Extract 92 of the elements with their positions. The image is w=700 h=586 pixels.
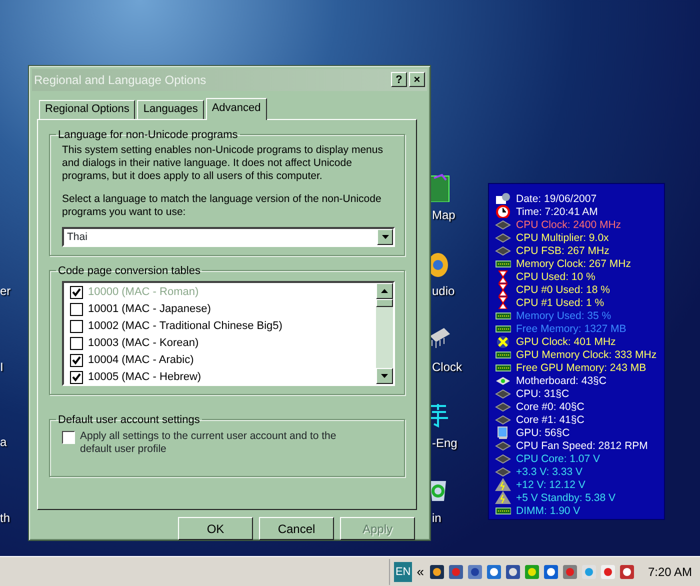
language-indicator[interactable]: EN <box>394 562 412 582</box>
desktop-icon-label[interactable]: a <box>0 435 7 449</box>
checkbox[interactable] <box>70 354 83 367</box>
sensor-reading: CPU Used: 10 % <box>516 270 596 282</box>
sensor-reading: CPU FSB: 267 MHz <box>516 244 610 256</box>
taskbar-clock: 7:20 AM <box>648 564 692 578</box>
warning-triangle-icon <box>495 478 511 491</box>
desktop-icon-label[interactable]: -Eng <box>432 436 458 450</box>
chip-icon <box>495 218 511 231</box>
sensor-reading: +3.3 V: 3.33 V <box>516 466 582 478</box>
sensor-reading: Date: 19/06/2007 <box>516 192 597 204</box>
hourglass-icon <box>495 283 511 296</box>
tab[interactable]: Languages <box>137 100 204 119</box>
dialog-button[interactable]: OK <box>178 517 253 540</box>
tray-icon[interactable] <box>486 564 502 580</box>
chip-icon <box>495 244 511 257</box>
list-item-label[interactable]: 10002 (MAC - Traditional Chinese Big5) <box>88 320 282 332</box>
prompt-text: Select a language to match the language version of the non-Unicode programs you want to use: <box>62 192 382 219</box>
alarm-clock-icon <box>495 205 511 218</box>
sensor-reading: GPU Memory Clock: 333 MHz <box>516 348 657 360</box>
sensor-reading: Core #1: 41§C <box>516 414 584 426</box>
desktop-icon-label[interactable]: Map <box>432 208 456 222</box>
sensor-reading: CPU #0 Used: 18 % <box>516 284 610 296</box>
sensor-reading: CPU Fan Speed: 2812 RPM <box>516 440 648 452</box>
group-title: Language for non-Unicode programs <box>57 128 239 142</box>
tray-icon[interactable] <box>504 564 521 580</box>
checkbox[interactable] <box>70 336 83 350</box>
language-dropdown[interactable]: Thai <box>62 226 395 247</box>
tab[interactable]: Advanced <box>206 98 267 120</box>
warning-triangle-icon <box>495 491 511 504</box>
list-item-label[interactable]: 10003 (MAC - Korean) <box>88 337 199 350</box>
sensor-reading: Core #0: 40§C <box>516 400 584 412</box>
list-item-label[interactable]: 10005 (MAC - Hebrew) <box>88 371 202 384</box>
sensor-reading: Free GPU Memory: 243 MB <box>516 362 646 374</box>
close-button[interactable]: × <box>409 72 425 88</box>
tray-icon[interactable] <box>466 564 483 580</box>
dialog-button[interactable]: Cancel <box>259 517 334 540</box>
checkbox[interactable] <box>70 320 83 333</box>
down-arrow-icon <box>382 234 388 239</box>
tab[interactable]: Regional Options <box>39 100 136 119</box>
hourglass-icon <box>495 270 511 283</box>
sensor-reading: CPU Multiplier: 9.0x <box>516 232 609 244</box>
tray-icon[interactable] <box>542 564 559 580</box>
checkbox[interactable] <box>70 370 83 384</box>
expand-tray-button[interactable]: « <box>416 564 424 579</box>
desktop-icon-label[interactable]: th <box>0 511 10 525</box>
checkbox[interactable] <box>70 302 83 316</box>
sensor-reading: Motherboard: 43§C <box>516 374 606 386</box>
desktop-icon-label[interactable]: er <box>0 284 11 298</box>
chip-icon <box>495 231 511 244</box>
chip-icon <box>495 465 511 478</box>
sensor-reading: GPU: 56§C <box>516 426 570 438</box>
chip-icon <box>495 413 511 426</box>
tray-icon[interactable] <box>618 564 635 580</box>
desktop-icon-label[interactable]: udio <box>432 284 455 298</box>
description-text: This system setting enables non-Unicode programs to display menus and dialogs in their native language. It does not affect Unicode programs, but it does apply to all users of this computer. <box>62 144 384 183</box>
character-icon[interactable] <box>428 402 450 430</box>
sensor-reading: Free Memory: 1327 MB <box>516 322 626 334</box>
chip-icon <box>495 400 511 413</box>
down-arrow-icon <box>381 374 388 378</box>
sensor-reading: CPU: 31§C <box>516 388 570 400</box>
window-title: Regional and Language Options <box>34 72 208 87</box>
chip-icon <box>495 387 511 400</box>
checkbox[interactable] <box>62 430 75 444</box>
scrollbar[interactable] <box>376 282 393 384</box>
sensor-reading: +12 V: 12.12 V <box>516 478 586 490</box>
chip-icon <box>495 452 511 465</box>
desktop-icon-label[interactable]: I <box>0 360 4 374</box>
desktop-icon-label[interactable]: Clock <box>432 360 462 374</box>
list-item-label[interactable]: 10001 (MAC - Japanese) <box>88 303 211 316</box>
hourglass-icon <box>495 296 511 309</box>
checkbox-label[interactable]: Apply all settings to the current user account and to the default user profile <box>80 430 395 456</box>
tray-icon[interactable] <box>600 564 616 580</box>
tray-icon[interactable] <box>448 564 464 580</box>
sensor-reading: GPU Clock: 401 MHz <box>516 336 616 348</box>
sensor-reading: Time: 7:20:41 AM <box>516 206 598 218</box>
tray-icon[interactable] <box>428 564 445 580</box>
sensor-reading: DIMM: 1.90 V <box>516 504 580 516</box>
list-item-label[interactable]: 10004 (MAC - Arabic) <box>88 354 194 366</box>
sensor-reading: CPU Clock: 2400 MHz <box>516 218 622 230</box>
desktop-icon-label[interactable]: in <box>432 511 442 525</box>
sensor-reading: +5 V Standby: 5.38 V <box>516 492 616 504</box>
help-button[interactable]: ? <box>391 72 407 88</box>
chip-icon <box>495 439 511 452</box>
sensor-reading: Memory Clock: 267 MHz <box>516 258 631 270</box>
sensor-reading: CPU Core: 1.07 V <box>516 452 600 464</box>
group-title: Code page conversion tables <box>57 264 202 278</box>
sensor-reading: Memory Used: 35 % <box>516 310 612 322</box>
up-arrow-icon <box>381 288 388 293</box>
sensor-reading: CPU #1 Used: 1 % <box>516 296 604 308</box>
x-badge-icon <box>495 335 511 348</box>
group-title: Default user account settings <box>57 412 201 427</box>
